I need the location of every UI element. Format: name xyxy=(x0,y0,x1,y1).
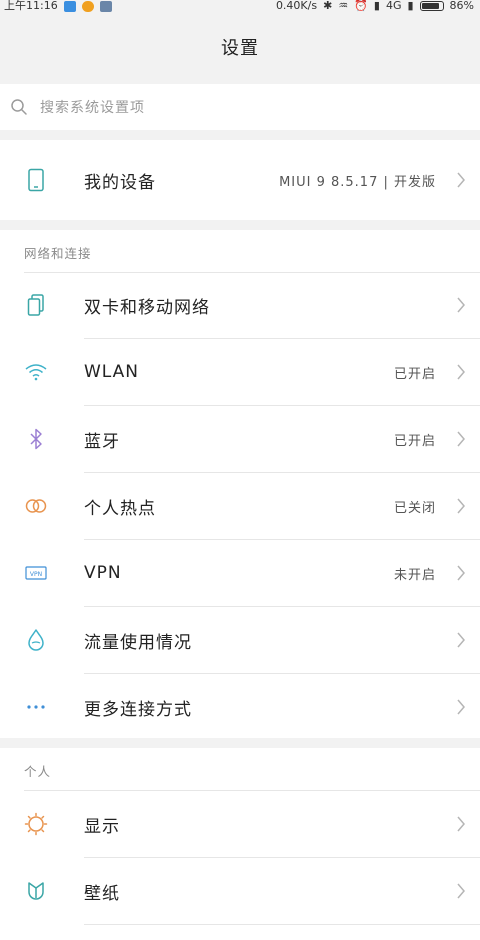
hotspot-item[interactable]: 个人热点 已关闭 xyxy=(0,473,480,539)
chevron-right-icon xyxy=(457,883,465,899)
hotspot-label: 个人热点 xyxy=(84,498,156,519)
battery-icon xyxy=(419,1,444,11)
more-connection-label: 更多连接方式 xyxy=(84,699,192,720)
chevron-right-icon xyxy=(457,364,465,380)
section-header-network: 网络和连接 xyxy=(24,246,92,261)
bluetooth-item[interactable]: 蓝牙 已开启 xyxy=(0,406,480,472)
svg-text:VPN: VPN xyxy=(30,571,42,578)
chevron-right-icon xyxy=(457,297,465,313)
wallpaper-item[interactable]: 壁纸 xyxy=(0,858,480,924)
data-usage-item[interactable]: 流量使用情况 xyxy=(0,607,480,673)
personal-section: 个人 显示 壁纸 xyxy=(0,748,480,940)
wifi-icon xyxy=(24,360,48,384)
status-bar: 上午11:16 0.40K/s ✱ ♒ ⏰ ▮ 4G ▮ 86% xyxy=(0,0,480,14)
wlan-label: WLAN xyxy=(84,362,140,382)
signal-icon: ▮ xyxy=(373,0,380,12)
device-card: 我的设备 MIUI 9 8.5.17 | 开发版 xyxy=(0,140,480,220)
bluetooth-label: 蓝牙 xyxy=(84,431,120,452)
display-label: 显示 xyxy=(84,816,120,837)
wallpaper-icon xyxy=(24,879,48,903)
dual-sim-icon xyxy=(24,293,48,317)
wallpaper-label: 壁纸 xyxy=(84,883,120,904)
display-icon xyxy=(24,812,48,836)
page-title: 设置 xyxy=(0,14,480,80)
notification-app-icon xyxy=(99,0,112,12)
chevron-right-icon xyxy=(457,565,465,581)
bluetooth-status: 已开启 xyxy=(393,433,436,449)
vibrate-icon: ♒ xyxy=(338,0,349,12)
my-device-version: MIUI 9 8.5.17 | 开发版 xyxy=(279,174,436,190)
alarm-icon: ⏰ xyxy=(354,0,368,12)
network-speed: 0.40K/s xyxy=(275,0,318,12)
section-header-personal: 个人 xyxy=(24,764,52,779)
my-device-item[interactable]: 我的设备 MIUI 9 8.5.17 | 开发版 xyxy=(0,146,480,214)
vpn-status: 未开启 xyxy=(393,567,436,583)
phone-icon xyxy=(24,168,48,192)
divider xyxy=(84,924,480,925)
dual-sim-item[interactable]: 双卡和移动网络 xyxy=(0,272,480,338)
wlan-status: 已开启 xyxy=(393,366,436,382)
notification-app-icon xyxy=(81,0,94,12)
chevron-right-icon xyxy=(457,699,465,715)
data-usage-icon xyxy=(24,628,48,652)
display-item[interactable]: 显示 xyxy=(0,791,480,857)
search-placeholder: 搜索系统设置项 xyxy=(40,100,145,116)
network-section: 网络和连接 双卡和移动网络 WLAN 已开启 蓝牙 已开启 个人热点 已关闭 V… xyxy=(0,230,480,738)
chevron-right-icon xyxy=(457,816,465,832)
notification-app-icon xyxy=(63,0,76,12)
chevron-right-icon xyxy=(457,172,465,188)
data-usage-label: 流量使用情况 xyxy=(84,632,192,653)
more-connection-item[interactable]: 更多连接方式 xyxy=(0,674,480,740)
bluetooth-status-icon: ✱ xyxy=(323,0,333,12)
network-type: 4G xyxy=(385,0,402,12)
dual-sim-label: 双卡和移动网络 xyxy=(84,297,210,318)
vpn-label: VPN xyxy=(84,563,122,583)
vpn-item[interactable]: VPN VPN 未开启 xyxy=(0,540,480,606)
battery-level: 86% xyxy=(449,0,474,12)
bluetooth-icon xyxy=(24,427,48,451)
vpn-icon: VPN xyxy=(24,561,48,585)
chevron-right-icon xyxy=(457,498,465,514)
chevron-right-icon xyxy=(457,431,465,447)
search-icon xyxy=(11,99,27,115)
hotspot-icon xyxy=(24,494,48,518)
chevron-right-icon xyxy=(457,632,465,648)
signal-icon: ▮ xyxy=(407,0,414,12)
my-device-label: 我的设备 xyxy=(84,172,156,193)
more-icon xyxy=(24,695,48,719)
status-time: 上午11:16 xyxy=(4,0,58,12)
hotspot-status: 已关闭 xyxy=(393,500,436,516)
wlan-item[interactable]: WLAN 已开启 xyxy=(0,339,480,405)
search-bar[interactable]: 搜索系统设置项 xyxy=(0,84,480,130)
